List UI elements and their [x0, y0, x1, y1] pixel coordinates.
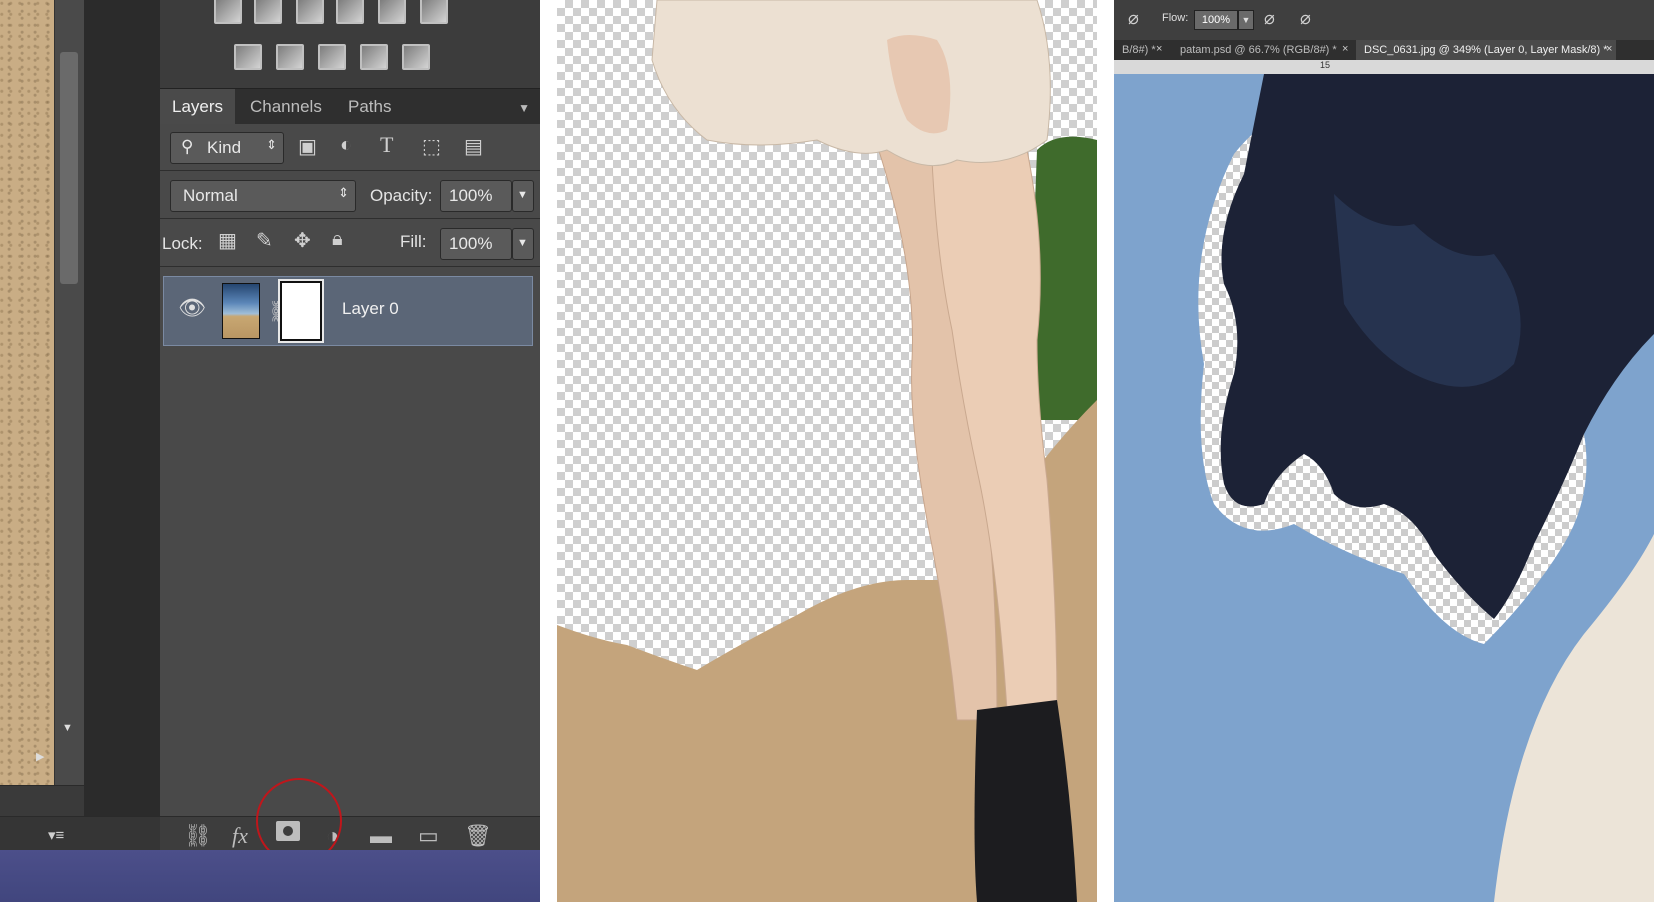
posterize-icon[interactable]	[276, 44, 304, 70]
opacity-input[interactable]: 100%	[440, 180, 512, 212]
hair-mask-document: ⌀ Flow: 100% ▼ ⌀ ⌀ B/8#) * × patam.psd @…	[1114, 0, 1654, 902]
gradient-map-icon[interactable]	[402, 44, 430, 70]
filter-smart-object-icon[interactable]: ▤	[464, 134, 483, 159]
airbrush-icon[interactable]: ⌀	[1264, 8, 1275, 29]
scroll-down-arrow-icon[interactable]: ▼	[62, 722, 73, 734]
filter-kind-select[interactable]: ⚲ Kind ⇕	[170, 132, 284, 164]
adjustments-panel	[160, 0, 540, 88]
fill-dropdown-icon[interactable]: ▼	[512, 228, 534, 260]
updown-icon: ⇕	[266, 137, 277, 152]
options-bar: ⌀ Flow: 100% ▼ ⌀ ⌀	[1114, 0, 1654, 41]
grid-table-icon[interactable]	[420, 0, 448, 24]
layer-name[interactable]: Layer 0	[342, 299, 399, 319]
document-tabs: B/8#) * × patam.psd @ 66.7% (RGB/8#) * ×…	[1114, 40, 1654, 60]
doc-tab-active[interactable]: DSC_0631.jpg @ 349% (Layer 0, Layer Mask…	[1356, 40, 1616, 60]
lock-all-icon[interactable]: 🔒︎	[332, 228, 343, 251]
delete-layer-trash-icon[interactable]: 🗑︎	[464, 823, 492, 849]
tab-paths[interactable]: Paths	[336, 89, 403, 125]
panel-menu-icon[interactable]: ▾≡	[48, 826, 64, 844]
lock-image-pixels-icon[interactable]: ✎	[256, 228, 273, 253]
invert-icon[interactable]	[234, 44, 262, 70]
new-layer-icon[interactable]: ▭	[418, 823, 439, 849]
blend-mode-select[interactable]: Normal ⇕	[170, 180, 356, 212]
horizontal-ruler: 15	[1114, 60, 1654, 75]
legs-illustration	[557, 0, 1097, 902]
levels-icon[interactable]	[214, 0, 242, 24]
fx-icon[interactable]: fx	[232, 823, 248, 849]
blend-mode-value: Normal	[183, 186, 238, 205]
layers-panel-body: ⚲ Kind ⇕ ▣ ◐ T ⬚ ▤ Normal ⇕ Opacity: 100…	[160, 124, 540, 816]
hair-illustration	[1114, 74, 1654, 902]
channel-mixer-icon[interactable]	[336, 0, 364, 24]
taskbar-strip	[0, 850, 540, 902]
masked-legs-canvas	[557, 0, 1097, 902]
brush-tool-icon[interactable]: ⌀	[1128, 8, 1139, 29]
scroll-right-arrow-icon[interactable]: ▶	[36, 750, 44, 763]
threshold-icon[interactable]	[318, 44, 346, 70]
horizontal-scrollbar[interactable]	[0, 785, 84, 817]
lock-label: Lock:	[162, 234, 203, 253]
filter-pixel-icon[interactable]: ▣	[298, 134, 317, 159]
filter-type-icon[interactable]: T	[380, 132, 393, 158]
opacity-label: Opacity:	[370, 186, 433, 205]
close-icon[interactable]: ×	[1156, 43, 1162, 55]
flow-input[interactable]: 100%	[1194, 10, 1238, 30]
panel-divider	[84, 0, 160, 816]
layer-row[interactable]: 👁︎ ⛓︎ Layer 0	[163, 276, 533, 346]
close-icon[interactable]: ×	[1342, 43, 1348, 55]
close-icon[interactable]: ×	[1606, 43, 1612, 55]
pressure-size-icon[interactable]: ⌀	[1300, 8, 1311, 29]
filter-shape-icon[interactable]: ⬚	[422, 134, 441, 159]
tab-layers[interactable]: Layers	[160, 89, 236, 125]
panel-bottom-left	[0, 816, 160, 851]
flow-dropdown-icon[interactable]: ▼	[1238, 10, 1254, 30]
divider	[160, 266, 540, 267]
search-icon: ⚲	[181, 137, 194, 156]
photoshop-layers-screenshot: ▼ ▶ ▾≡ Layers Channels Paths ▼ ⚲ Kind ⇕ …	[0, 0, 540, 902]
vertical-scrollbar-thumb[interactable]	[60, 52, 78, 284]
filter-adjustment-icon[interactable]: ◐	[340, 134, 352, 157]
doc-tab-2[interactable]: patam.psd @ 66.7% (RGB/8#) *	[1172, 40, 1345, 60]
link-layers-icon[interactable]: ⛓︎	[184, 823, 212, 849]
divider	[160, 218, 540, 219]
exposure-icon[interactable]	[296, 0, 324, 24]
lock-transparent-pixels-icon[interactable]: ▦	[218, 228, 237, 253]
filter-kind-label: Kind	[207, 138, 242, 157]
new-group-folder-icon[interactable]: ▬	[370, 823, 392, 849]
lock-position-icon[interactable]: ✥	[294, 228, 311, 253]
tab-channels[interactable]: Channels	[238, 89, 334, 125]
panel-options-icon[interactable]: ▼	[518, 101, 530, 115]
flow-label: Flow:	[1162, 12, 1189, 24]
divider	[160, 170, 540, 171]
canvas-sand-preview	[0, 0, 54, 785]
updown-icon: ⇕	[338, 185, 349, 200]
dress	[651, 0, 1051, 167]
ruler-mark: 15	[1320, 60, 1331, 70]
layer-mask-thumbnail[interactable]	[278, 279, 324, 343]
selective-color-icon[interactable]	[360, 44, 388, 70]
layer-thumbnail[interactable]	[222, 283, 260, 339]
visibility-eye-icon[interactable]: 👁︎	[178, 295, 206, 321]
balance-icon[interactable]	[254, 0, 282, 24]
color-balance-icon[interactable]	[378, 0, 406, 24]
layers-panel-tabs: Layers Channels Paths ▼	[160, 88, 540, 125]
opacity-dropdown-icon[interactable]: ▼	[512, 180, 534, 212]
fill-label: Fill:	[400, 232, 427, 251]
fill-input[interactable]: 100%	[440, 228, 512, 260]
